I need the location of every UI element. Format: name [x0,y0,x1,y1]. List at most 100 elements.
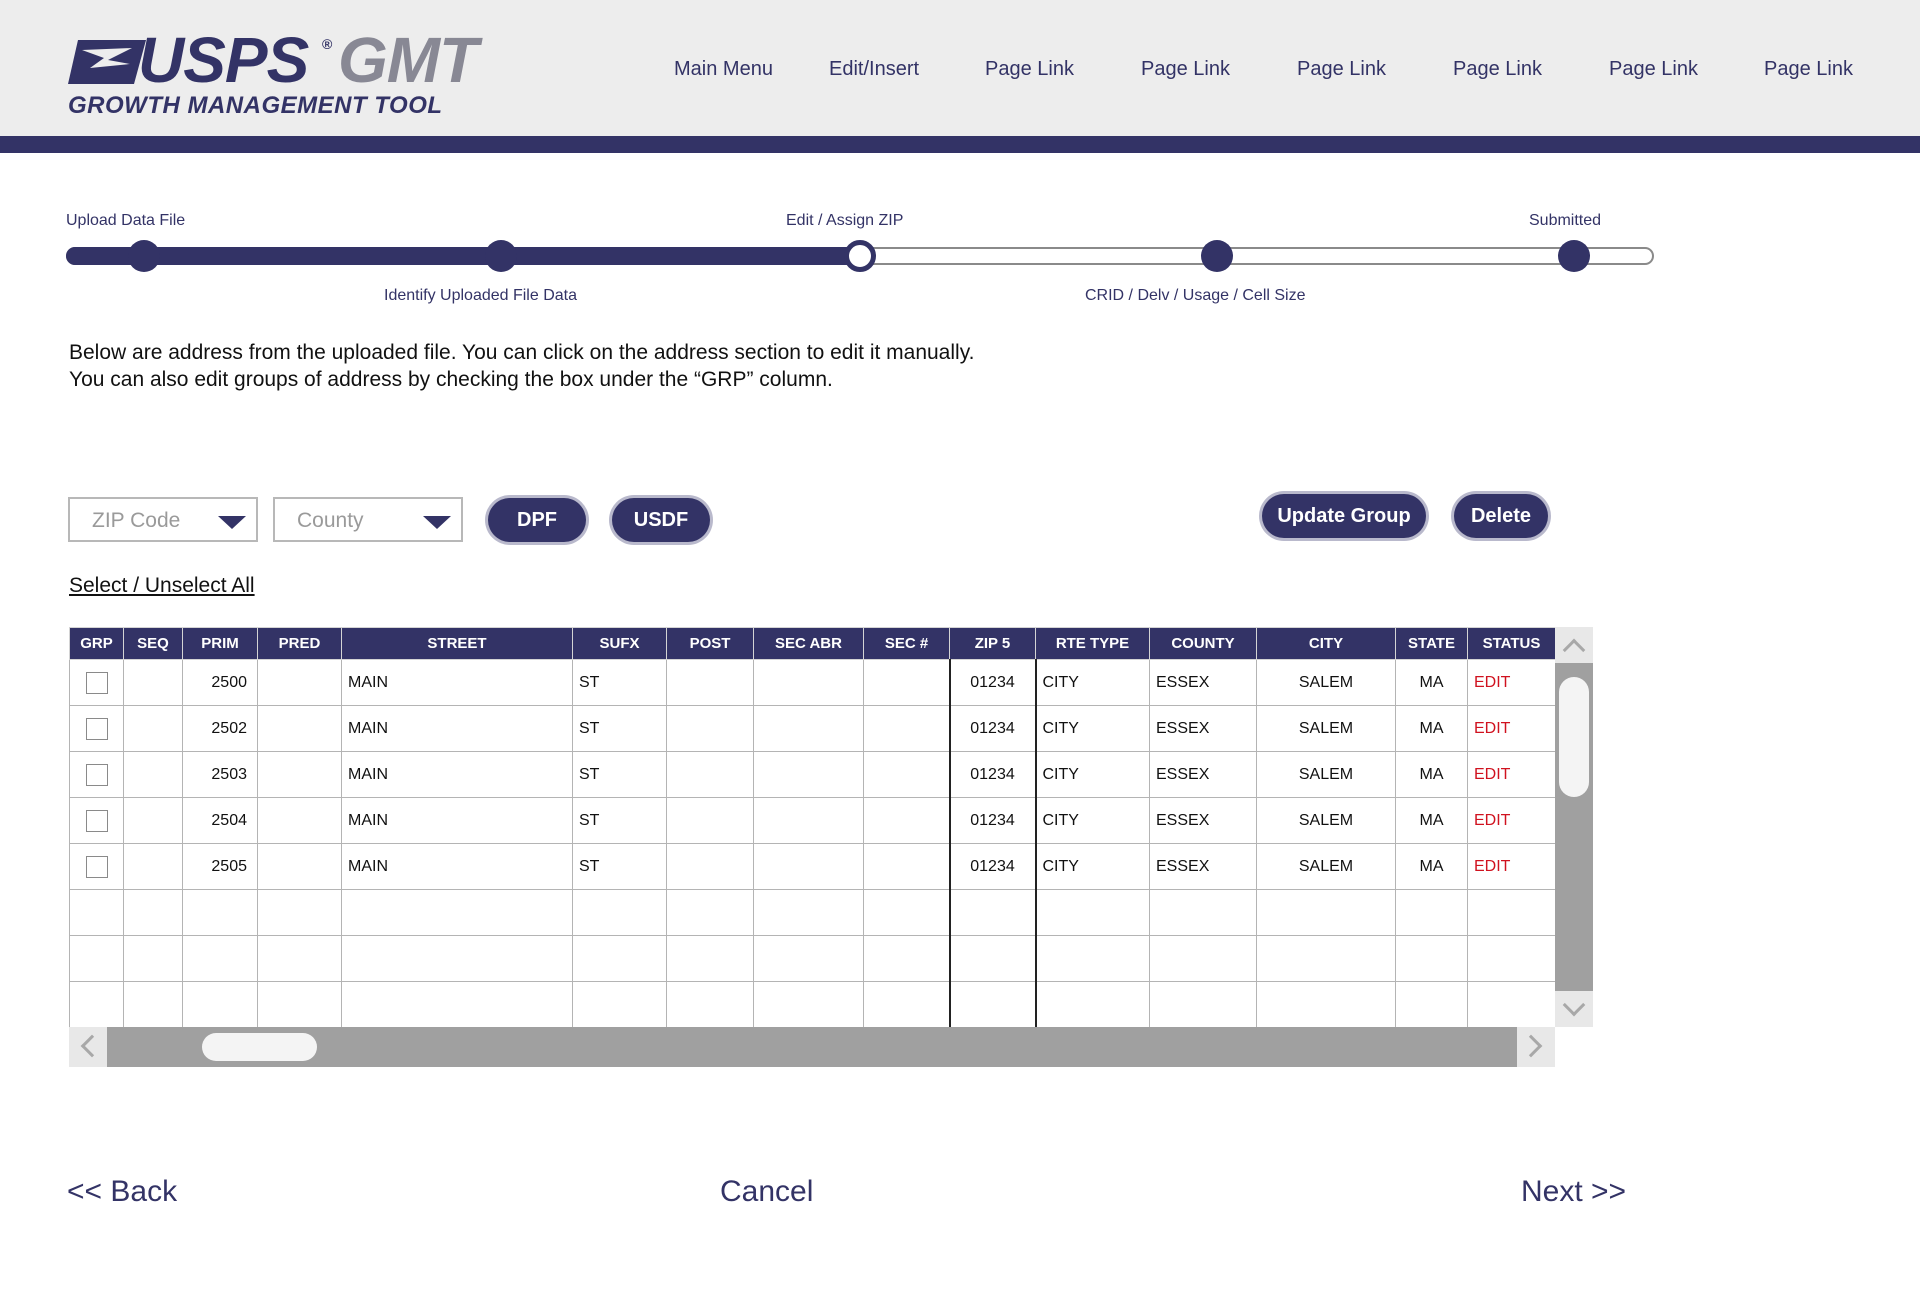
column-header-post[interactable]: POST [666,627,754,660]
table-row[interactable]: 2505 MAIN ST 01234 CITY ESSEX SALEM MA EDIT [69,843,1555,890]
column-header-prim[interactable]: PRIM [182,627,258,660]
cell-sec-num[interactable] [863,797,950,844]
cell-city[interactable]: SALEM [1256,751,1396,798]
cell-post[interactable] [666,705,754,752]
nav-page-link-6[interactable]: Page Link [1764,58,1853,81]
cell-sec-num[interactable] [863,659,950,706]
cell-zip5[interactable]: 01234 [948,843,1036,890]
cell-sec-num[interactable] [863,751,950,798]
cell-zip5[interactable]: 01234 [948,659,1036,706]
cell-zip5[interactable]: 01234 [948,705,1036,752]
cell-rte-type[interactable]: CITY [1034,705,1150,752]
column-header-city[interactable]: CITY [1256,627,1396,660]
cell-street[interactable]: MAIN [341,797,573,844]
cell-state[interactable]: MA [1395,843,1468,890]
cell-sec-abr[interactable] [753,751,864,798]
cell-state[interactable]: MA [1395,705,1468,752]
column-header-sec-abr[interactable]: SEC ABR [753,627,864,660]
column-header-zip-5[interactable]: ZIP 5 [949,627,1036,660]
cell-prim[interactable]: 2500 [182,659,258,706]
cell-rte-type[interactable]: CITY [1034,751,1150,798]
nav-page-link-5[interactable]: Page Link [1609,58,1698,81]
cell-post[interactable] [666,797,754,844]
cell-sec-abr[interactable] [753,843,864,890]
cell-zip5[interactable]: 01234 [948,751,1036,798]
vertical-scrollbar[interactable] [1555,627,1593,1027]
cell-sec-abr[interactable] [753,797,864,844]
nav-page-link-1[interactable]: Page Link [985,58,1074,81]
column-header-rte-type[interactable]: RTE TYPE [1035,627,1150,660]
column-header-street[interactable]: STREET [341,627,573,660]
nav-main-menu[interactable]: Main Menu [674,58,773,81]
nav-page-link-2[interactable]: Page Link [1141,58,1230,81]
table-row[interactable]: 2500 MAIN ST 01234 CITY ESSEX SALEM MA EDIT [69,659,1555,706]
cell-prim[interactable]: 2505 [182,843,258,890]
group-checkbox[interactable] [85,855,108,878]
nav-edit-insert[interactable]: Edit/Insert [829,58,919,81]
cell-pred[interactable] [257,705,342,752]
horizontal-scrollbar[interactable] [69,1027,1555,1067]
column-header-sec[interactable]: SEC # [863,627,950,660]
cell-seq[interactable] [123,659,183,706]
back-link[interactable]: << Back [67,1175,177,1209]
column-header-grp[interactable]: GRP [69,627,124,660]
scroll-left-button[interactable] [69,1027,107,1067]
cell-pred[interactable] [257,751,342,798]
cell-city[interactable]: SALEM [1256,659,1396,706]
cell-county[interactable]: ESSEX [1149,751,1257,798]
cell-pred[interactable] [257,797,342,844]
cell-county[interactable]: ESSEX [1149,659,1257,706]
column-header-status[interactable]: STATUS [1467,627,1555,660]
logo[interactable]: USPS ® GMT GROWTH MANAGEMENT TOOL [68,28,498,125]
group-checkbox[interactable] [85,717,108,740]
cell-prim[interactable]: 2504 [182,797,258,844]
cell-city[interactable]: SALEM [1256,843,1396,890]
cell-state[interactable]: MA [1395,797,1468,844]
zip-code-select[interactable]: ZIP Code [68,497,258,542]
cell-seq[interactable] [123,843,183,890]
cell-pred[interactable] [257,659,342,706]
update-group-button[interactable]: Update Group [1262,494,1426,538]
usdf-button[interactable]: USDF [612,498,710,542]
column-header-county[interactable]: COUNTY [1149,627,1257,660]
column-header-seq[interactable]: SEQ [123,627,183,660]
cell-seq[interactable] [123,751,183,798]
cell-street[interactable]: MAIN [341,843,573,890]
scroll-down-button[interactable] [1555,991,1593,1027]
cell-sec-abr[interactable] [753,705,864,752]
group-checkbox[interactable] [85,763,108,786]
status-edit-link[interactable]: EDIT [1467,797,1555,844]
cell-rte-type[interactable]: CITY [1034,843,1150,890]
scroll-right-button[interactable] [1517,1027,1555,1067]
column-header-pred[interactable]: PRED [257,627,342,660]
table-row[interactable]: 2504 MAIN ST 01234 CITY ESSEX SALEM MA EDIT [69,797,1555,844]
cell-street[interactable]: MAIN [341,705,573,752]
cell-rte-type[interactable]: CITY [1034,797,1150,844]
cell-street[interactable]: MAIN [341,659,573,706]
cell-sufx[interactable]: ST [572,797,667,844]
cell-sufx[interactable]: ST [572,751,667,798]
status-edit-link[interactable]: EDIT [1467,843,1555,890]
cell-sec-num[interactable] [863,705,950,752]
cell-seq[interactable] [123,797,183,844]
horizontal-scroll-thumb[interactable] [202,1033,317,1061]
cell-rte-type[interactable]: CITY [1034,659,1150,706]
cell-sec-num[interactable] [863,843,950,890]
cell-county[interactable]: ESSEX [1149,797,1257,844]
next-link[interactable]: Next >> [1521,1175,1626,1209]
county-select[interactable]: County [273,497,463,542]
cell-county[interactable]: ESSEX [1149,705,1257,752]
column-header-sufx[interactable]: SUFX [572,627,667,660]
cell-sufx[interactable]: ST [572,705,667,752]
nav-page-link-3[interactable]: Page Link [1297,58,1386,81]
cell-post[interactable] [666,751,754,798]
cell-seq[interactable] [123,705,183,752]
scroll-up-button[interactable] [1555,627,1593,663]
nav-page-link-4[interactable]: Page Link [1453,58,1542,81]
cell-county[interactable]: ESSEX [1149,843,1257,890]
cell-post[interactable] [666,659,754,706]
status-edit-link[interactable]: EDIT [1467,705,1555,752]
table-row[interactable]: 2502 MAIN ST 01234 CITY ESSEX SALEM MA EDIT [69,705,1555,752]
cell-state[interactable]: MA [1395,751,1468,798]
cell-sufx[interactable]: ST [572,843,667,890]
